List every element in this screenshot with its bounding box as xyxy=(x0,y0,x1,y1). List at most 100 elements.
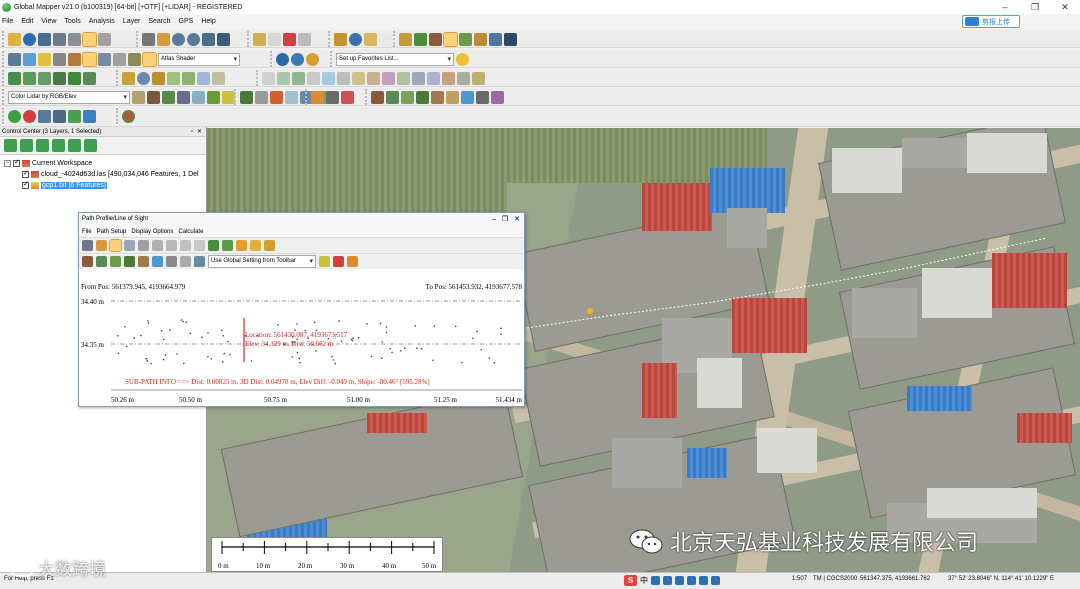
menu-tools[interactable]: Tools xyxy=(64,18,80,25)
crosshair-icon[interactable] xyxy=(504,32,517,46)
open-folder-icon[interactable] xyxy=(8,32,21,46)
print-icon[interactable] xyxy=(53,32,66,46)
draw-shape-icon[interactable] xyxy=(53,71,66,85)
home-icon[interactable] xyxy=(217,32,230,46)
ime-keyboard-icon[interactable] xyxy=(687,576,696,585)
connect-icon[interactable] xyxy=(292,71,305,85)
favorites-icon[interactable] xyxy=(306,52,319,66)
ime-moon-icon[interactable] xyxy=(651,576,660,585)
profile-export-icon[interactable] xyxy=(250,240,261,251)
view-shed-icon[interactable] xyxy=(429,32,442,46)
profile-pan-icon[interactable] xyxy=(96,240,107,251)
ime-mode-label[interactable]: 中 xyxy=(640,575,648,586)
elevation-bars-icon[interactable] xyxy=(142,51,157,67)
layer-checkbox[interactable] xyxy=(13,158,20,167)
online-data-icon[interactable] xyxy=(122,109,135,123)
menu-edit[interactable]: Edit xyxy=(21,18,33,25)
vertex-icon[interactable] xyxy=(262,71,275,85)
move-layer-up-icon[interactable] xyxy=(36,139,49,152)
target-icon[interactable] xyxy=(137,71,150,85)
fly-icon[interactable] xyxy=(38,109,51,123)
grass-icon[interactable] xyxy=(401,90,414,104)
trace-icon[interactable] xyxy=(412,71,425,85)
3d-view-icon[interactable] xyxy=(98,52,111,66)
profile-shrub-icon[interactable] xyxy=(110,256,121,267)
sun-icon[interactable] xyxy=(38,52,51,66)
move-vertex-icon[interactable] xyxy=(277,71,290,85)
buffer-icon[interactable] xyxy=(382,71,395,85)
move-icon[interactable] xyxy=(307,71,320,85)
profile-menu-display-options[interactable]: Display Options xyxy=(131,229,173,235)
pan-hand-icon[interactable] xyxy=(157,32,170,46)
terrain-icon[interactable] xyxy=(399,32,412,46)
attributes-icon[interactable] xyxy=(457,71,470,85)
split-icon[interactable] xyxy=(337,71,350,85)
profile-terrain-icon[interactable] xyxy=(208,240,219,251)
profile-menu-file[interactable]: File xyxy=(82,229,92,235)
minimize-button[interactable]: – xyxy=(990,0,1020,14)
dem-icon[interactable] xyxy=(431,90,444,104)
profile-menu-calculate[interactable]: Calculate xyxy=(178,229,203,235)
profile-plot[interactable]: From Pos: 561379.945, 4193664.979 To Pos… xyxy=(79,282,524,406)
profile-close-button[interactable]: ✕ xyxy=(514,213,520,226)
layer-icon[interactable] xyxy=(82,31,97,47)
profile-bridge-icon[interactable] xyxy=(180,256,191,267)
noise-icon[interactable] xyxy=(326,90,339,104)
globe-icon[interactable] xyxy=(23,32,36,46)
shader-select[interactable]: Atlas Shader xyxy=(158,52,240,66)
pencil-icon[interactable] xyxy=(253,32,266,46)
draw-line-icon[interactable] xyxy=(8,71,21,85)
forest-icon[interactable] xyxy=(416,90,429,104)
cloud-upload-button[interactable]: 剪报上传 xyxy=(962,15,1020,28)
track-icon[interactable] xyxy=(53,109,66,123)
profile-maximize-button[interactable]: ❐ xyxy=(502,213,508,226)
move-layer-down-icon[interactable] xyxy=(52,139,65,152)
back-arrow-icon[interactable] xyxy=(202,32,215,46)
volume-icon[interactable] xyxy=(489,32,502,46)
profile-building-icon[interactable] xyxy=(138,256,149,267)
profile-flag-icon[interactable] xyxy=(236,240,247,251)
tree-item-cloud-las[interactable]: cloud_-4024d63d.las [490,034,046 Feature… xyxy=(4,169,206,180)
mountain-icon[interactable] xyxy=(371,90,384,104)
measure-icon[interactable] xyxy=(379,32,392,46)
profile-fit-icon[interactable] xyxy=(138,240,149,251)
ruler-icon[interactable] xyxy=(212,71,225,85)
profile-pole-icon[interactable] xyxy=(194,256,205,267)
projection-icon[interactable] xyxy=(291,52,304,66)
wrench-icon[interactable] xyxy=(68,32,81,46)
profile-select-icon[interactable] xyxy=(82,240,93,251)
profile-reset-icon[interactable] xyxy=(166,240,177,251)
profile-save-icon[interactable] xyxy=(264,240,275,251)
profile-slope-icon[interactable] xyxy=(194,240,205,251)
info-icon[interactable] xyxy=(349,32,362,46)
scissors-icon[interactable] xyxy=(341,90,354,104)
sogou-ime-icon[interactable]: S xyxy=(624,575,637,586)
menu-file[interactable]: File xyxy=(2,18,13,25)
profile-menu-path-setup[interactable]: Path Setup xyxy=(97,229,127,235)
road-icon[interactable] xyxy=(476,90,489,104)
building-icon[interactable] xyxy=(270,90,283,104)
menu-help[interactable]: Help xyxy=(201,18,215,25)
draw-polygon-icon[interactable] xyxy=(38,71,51,85)
tree-item-workspace[interactable]: − Current Workspace xyxy=(4,158,206,169)
zoom-out-icon[interactable] xyxy=(187,32,200,46)
clip-icon[interactable] xyxy=(197,71,210,85)
profile-tree-icon[interactable] xyxy=(124,256,135,267)
menu-analysis[interactable]: Analysis xyxy=(89,18,115,25)
draw-point-icon[interactable] xyxy=(68,71,81,85)
tree-item-gcp[interactable]: gcp1.txt [6 Features] xyxy=(4,180,206,191)
ime-tools-icon[interactable] xyxy=(711,576,720,585)
new-doc-icon[interactable] xyxy=(268,32,281,46)
watershed-icon[interactable] xyxy=(459,32,472,46)
profile-mountain-icon[interactable] xyxy=(82,256,93,267)
open-layer-icon[interactable] xyxy=(4,139,17,152)
profile-filter-icon[interactable] xyxy=(319,256,330,267)
close-button[interactable]: ✕ xyxy=(1050,0,1080,14)
join-icon[interactable] xyxy=(352,71,365,85)
select-arrow-icon[interactable] xyxy=(142,32,155,46)
ime-skin-icon[interactable] xyxy=(699,576,708,585)
tag-icon[interactable] xyxy=(334,32,347,46)
profile-grass-icon[interactable] xyxy=(96,256,107,267)
path-profile-icon[interactable] xyxy=(443,31,458,47)
save-icon[interactable] xyxy=(38,32,51,46)
